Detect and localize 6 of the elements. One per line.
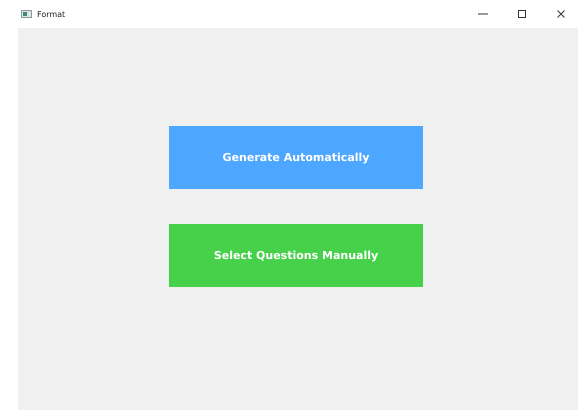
app-icon — [21, 10, 32, 18]
action-button[interactable]: Select Questions Manually — [169, 224, 423, 287]
window-title: Format — [37, 10, 66, 18]
action-button[interactable]: Generate Automatically — [169, 126, 423, 189]
close-icon[interactable] — [556, 9, 566, 19]
maximize-icon[interactable] — [517, 9, 527, 19]
